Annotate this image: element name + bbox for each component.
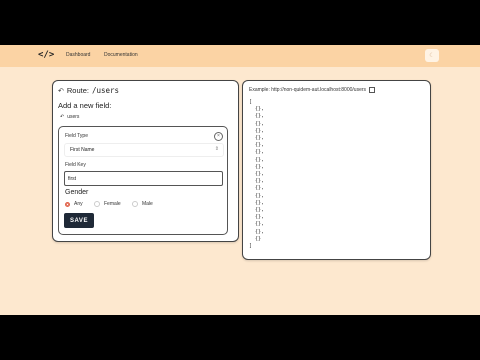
field-type-select[interactable]: First Name ⇕ [64,143,224,157]
nav-dashboard-link[interactable]: Dashboard [66,52,90,58]
json-item: {}, [255,142,265,149]
json-item: {}, [255,171,265,178]
json-item: {}, [255,127,265,134]
close-icon: × [217,133,220,139]
json-item: {}, [255,221,265,228]
json-item: {}, [255,135,265,142]
json-item: {}, [255,185,265,192]
field-key-input[interactable]: first [64,171,223,186]
radio-unselected-icon [94,201,100,207]
json-item: {}, [255,178,265,185]
json-preview: [ {}, {}, {}, {}, {}, {}, {}, {}, {}, {}, {}, {},{}… [249,99,264,250]
gender-radio-female[interactable]: Female [94,201,121,207]
gender-male-label: Male [142,201,153,207]
json-item: {}, [255,120,265,127]
app-window: </> Dashboard Documentation ☾ ↶ Route: /… [0,45,480,315]
gender-heading: Gender [65,189,89,196]
gender-radio-male[interactable]: Male [132,201,153,207]
undo-icon[interactable]: ↶ [58,87,64,95]
nav-documentation-link[interactable]: Documentation [104,52,138,58]
radio-selected-icon [65,201,70,207]
route-title: ↶ Route: /users [58,86,119,95]
back-users-link[interactable]: ↶ users [60,114,79,120]
gender-radio-any[interactable]: Any [65,201,83,207]
json-item: {}, [255,199,265,206]
updown-chevron-icon: ⇕ [214,146,219,152]
json-item: {}, [255,228,265,235]
json-close-bracket: ] [249,243,253,250]
json-item: {} [255,235,262,242]
json-item: {}, [255,113,265,120]
json-item: {}, [255,156,265,163]
field-key-value: first [68,176,77,182]
json-item: {}, [255,214,265,221]
field-key-label: Field Key [65,162,86,168]
json-items: {}, {}, {}, {}, {}, {}, {}, {}, {}, {}, {}, {}, {},{… [249,106,264,243]
example-url: Example: http://non-quidem-aut.localhost… [249,87,376,93]
field-type-label: Field Type [65,133,88,139]
top-navbar: </> Dashboard Documentation ☾ [0,45,480,67]
add-field-heading: Add a new field: [58,101,112,110]
gender-female-label: Female [104,201,121,207]
remove-field-button[interactable]: × [214,132,223,141]
json-item: {}, [255,207,265,214]
save-button[interactable]: SAVE [64,213,94,228]
example-output-card: Example: http://non-quidem-aut.localhost… [242,80,431,260]
field-type-value: First Name [70,147,95,153]
json-item: {}, [255,149,265,156]
route-label: Route: [66,86,89,95]
moon-icon: ☾ [429,53,435,59]
gender-any-label: Any [74,201,83,207]
add-field-card: ↶ Route: /users Add a new field: ↶ users… [52,80,239,242]
theme-toggle-button[interactable]: ☾ [425,49,439,62]
json-item: {}, [255,192,265,199]
back-arrow-icon: ↶ [60,114,65,120]
json-item: {}, [255,106,265,113]
copy-icon[interactable] [369,87,376,93]
field-editor: Field Type × First Name ⇕ Field Key firs… [58,126,228,235]
back-users-label: users [67,114,80,120]
json-open-bracket: [ [249,99,253,105]
code-logo-icon[interactable]: </> [38,50,54,60]
json-item: {}, [255,163,265,170]
example-url-label: Example: http://non-quidem-aut.localhost… [249,87,367,93]
route-path: /users [91,86,120,95]
radio-unselected-icon [132,201,138,207]
